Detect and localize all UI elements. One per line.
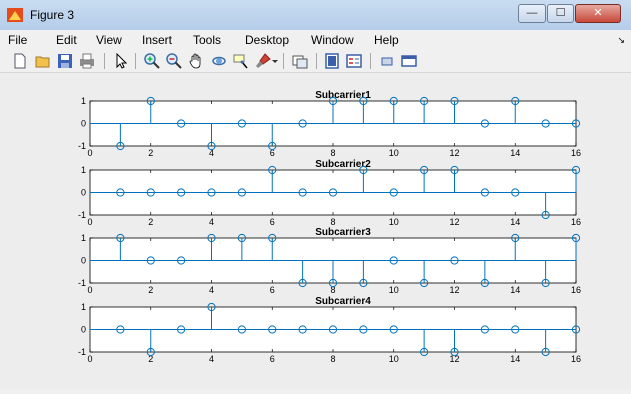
matlab-figure-icon xyxy=(7,8,23,22)
y-tick-label: 0 xyxy=(81,256,86,266)
y-tick-label: 0 xyxy=(81,119,86,129)
x-tick-label: 4 xyxy=(209,285,214,295)
x-tick-label: 6 xyxy=(270,285,275,295)
toolbar-separator xyxy=(370,53,371,69)
y-tick-label: -1 xyxy=(78,141,86,151)
x-tick-label: 8 xyxy=(330,354,335,364)
pan-icon[interactable] xyxy=(188,53,204,69)
y-tick-label: 0 xyxy=(81,188,86,198)
y-tick-label: 1 xyxy=(81,96,86,106)
hide-plot-tools-icon[interactable] xyxy=(379,53,395,69)
legend-icon[interactable] xyxy=(346,53,362,69)
menubar: File Edit View Insert Tools Desktop Wind… xyxy=(0,30,631,50)
menu-insert[interactable]: Insert xyxy=(142,33,172,47)
x-tick-label: 2 xyxy=(148,217,153,227)
x-tick-label: 16 xyxy=(571,354,581,364)
subplot-title: Subcarrier2 xyxy=(315,159,371,170)
y-tick-label: -1 xyxy=(78,210,86,220)
y-tick-label: -1 xyxy=(78,278,86,288)
menu-edit[interactable]: Edit xyxy=(56,33,77,47)
x-tick-label: 10 xyxy=(389,217,399,227)
x-tick-label: 14 xyxy=(510,217,520,227)
x-tick-label: 12 xyxy=(449,217,459,227)
edit-plot-arrow-icon[interactable] xyxy=(113,53,129,69)
menu-view[interactable]: View xyxy=(96,33,122,47)
x-tick-label: 14 xyxy=(510,354,520,364)
subplot-title: Subcarrier4 xyxy=(315,296,371,307)
y-tick-label: 1 xyxy=(81,302,86,312)
menu-desktop[interactable]: Desktop xyxy=(245,33,289,47)
brush-dropdown-icon[interactable] xyxy=(271,53,279,69)
minimize-button[interactable]: — xyxy=(518,4,546,23)
y-tick-label: 1 xyxy=(81,233,86,243)
x-tick-label: 2 xyxy=(148,285,153,295)
x-tick-label: 16 xyxy=(571,285,581,295)
toolbar-separator xyxy=(104,53,105,69)
toolbar-separator xyxy=(283,53,284,69)
print-icon[interactable] xyxy=(79,53,95,69)
subplots-container: Subcarrier10 2 4 6 8 10 12 14 1610-1Subcarrier20… xyxy=(78,90,581,364)
toolbar-separator xyxy=(316,53,317,69)
brush-icon[interactable] xyxy=(255,53,271,69)
x-tick-label: 12 xyxy=(449,285,459,295)
x-tick-label: 14 xyxy=(510,285,520,295)
show-plot-tools-icon[interactable] xyxy=(401,53,417,69)
x-tick-label: 0 xyxy=(87,354,92,364)
link-plot-icon[interactable] xyxy=(292,53,308,69)
x-tick-label: 8 xyxy=(330,148,335,158)
subplot-title: Subcarrier1 xyxy=(315,90,371,101)
figure-canvas: Subcarrier1 0 2 4 6 8 10 12 14 16 1 0 -1 Subcarrier2 0… xyxy=(0,73,631,389)
x-tick-label: 2 xyxy=(148,148,153,158)
menu-help[interactable]: Help xyxy=(374,33,399,47)
x-tick-label: 12 xyxy=(449,148,459,158)
x-tick-label: 16 xyxy=(571,217,581,227)
x-tick-label: 0 xyxy=(87,148,92,158)
close-button[interactable]: ✕ xyxy=(575,4,621,23)
x-tick-label: 10 xyxy=(389,354,399,364)
new-figure-icon[interactable] xyxy=(12,53,28,69)
y-tick-label: -1 xyxy=(78,347,86,357)
colorbar-icon[interactable] xyxy=(324,53,340,69)
menu-file[interactable]: File xyxy=(8,33,27,47)
x-tick-label: 0 xyxy=(87,285,92,295)
figure-toolbar xyxy=(0,50,631,73)
window-title: Figure 3 xyxy=(30,8,75,22)
zoom-in-icon[interactable] xyxy=(144,53,160,69)
x-tick-label: 14 xyxy=(510,148,520,158)
subplot-title: Subcarrier3 xyxy=(315,227,371,238)
x-tick-label: 10 xyxy=(389,285,399,295)
maximize-button[interactable]: ☐ xyxy=(547,4,574,23)
zoom-out-icon[interactable] xyxy=(166,53,182,69)
y-tick-label: 1 xyxy=(81,165,86,175)
x-tick-label: 6 xyxy=(270,217,275,227)
window-title-bar[interactable]: Figure 3 — ☐ ✕ xyxy=(0,0,631,31)
menu-tools[interactable]: Tools xyxy=(193,33,221,47)
x-tick-label: 6 xyxy=(270,354,275,364)
save-icon[interactable] xyxy=(57,53,73,69)
x-tick-label: 10 xyxy=(389,148,399,158)
x-tick-label: 4 xyxy=(209,354,214,364)
dock-arrow-icon[interactable]: ↘ xyxy=(617,35,625,46)
x-tick-label: 16 xyxy=(571,148,581,158)
x-tick-label: 0 xyxy=(87,217,92,227)
rotate-3d-icon[interactable] xyxy=(211,53,227,69)
menu-window[interactable]: Window xyxy=(311,33,354,47)
x-tick-label: 4 xyxy=(209,217,214,227)
x-tick-label: 8 xyxy=(330,217,335,227)
toolbar-separator xyxy=(135,53,136,69)
y-tick-label: 0 xyxy=(81,325,86,335)
data-cursor-icon[interactable] xyxy=(233,53,249,69)
open-file-icon[interactable] xyxy=(35,53,51,69)
